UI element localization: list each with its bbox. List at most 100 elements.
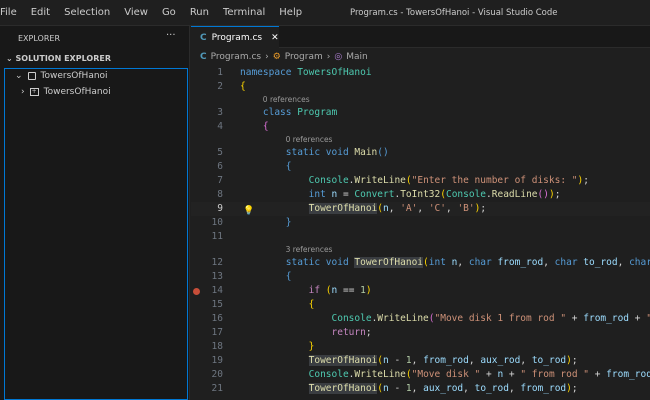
code-token: , bbox=[446, 203, 458, 214]
code-token: TowerOfHanoi bbox=[354, 257, 424, 268]
code-token: if bbox=[240, 285, 326, 296]
code-token: + bbox=[503, 369, 521, 380]
code-token: Console bbox=[240, 369, 349, 380]
code-text: Console.WriteLine("Move disk 1 from rod … bbox=[240, 312, 650, 326]
line-number: 6 bbox=[217, 161, 223, 172]
line-number: 5 bbox=[217, 147, 223, 158]
code-token: { bbox=[240, 161, 292, 172]
code-token: TowerOfHanoi bbox=[308, 203, 378, 214]
code-token: 'C' bbox=[428, 203, 446, 214]
code-token: ; bbox=[583, 175, 589, 186]
menu-go[interactable]: Go bbox=[162, 7, 176, 18]
code-token: , bbox=[457, 257, 469, 268]
code-text: static void TowerOfHanoi(int n, char fro… bbox=[240, 256, 650, 270]
breadcrumb-file[interactable]: Program.cs bbox=[211, 52, 261, 62]
breadcrumb: C Program.cs › ⚙ Program › ◎ Main bbox=[200, 52, 368, 62]
chevron-right-icon: › bbox=[326, 52, 331, 62]
more-actions-button[interactable]: ··· bbox=[166, 30, 176, 41]
code-token: Console bbox=[445, 189, 487, 200]
code-token: - bbox=[388, 383, 406, 394]
code-token: ; bbox=[571, 383, 578, 394]
codelens-text[interactable]: 0 references bbox=[286, 134, 333, 146]
code-token: aux_rod bbox=[480, 355, 521, 366]
code-text: { bbox=[240, 298, 315, 312]
line-number: 7 bbox=[217, 175, 223, 186]
code-line: 17 return; bbox=[191, 326, 650, 340]
code-token: () bbox=[537, 189, 549, 200]
menu-selection[interactable]: Selection bbox=[64, 7, 110, 18]
codelens-text[interactable]: 0 references bbox=[263, 94, 310, 106]
code-token: { bbox=[240, 271, 292, 282]
code-line: 6 { bbox=[191, 160, 650, 174]
window-title: Program.cs - TowersOfHanoi - Visual Stud… bbox=[350, 8, 558, 18]
codelens-text[interactable]: 3 references bbox=[286, 244, 333, 256]
title-bar: File Edit Selection View Go Run Terminal… bbox=[0, 0, 650, 26]
code-token: , bbox=[617, 257, 630, 268]
code-token: == bbox=[337, 285, 361, 296]
code-token: to_rod bbox=[583, 257, 618, 268]
codelens-references: 3 references bbox=[191, 244, 650, 256]
code-token: " from rod " bbox=[520, 369, 589, 380]
line-number: 11 bbox=[211, 231, 223, 242]
menu-file[interactable]: File bbox=[0, 7, 17, 18]
solution-icon bbox=[27, 72, 36, 80]
menu-view[interactable]: View bbox=[124, 7, 148, 18]
code-line: 21 TowerOfHanoi(n - 1, aux_rod, to_rod, … bbox=[191, 382, 650, 396]
code-token: char bbox=[554, 257, 584, 268]
code-token: aux_rod bbox=[423, 383, 464, 394]
menu-edit[interactable]: Edit bbox=[31, 7, 50, 18]
code-token: , bbox=[468, 355, 481, 366]
line-number: 14 bbox=[211, 285, 223, 296]
solution-explorer-section[interactable]: ⌄ SOLUTION EXPLORER bbox=[6, 54, 111, 63]
section-title: SOLUTION EXPLORER bbox=[15, 54, 111, 63]
code-token: from_rod bbox=[583, 313, 630, 324]
tab-program-cs[interactable]: C Program.cs ✕ bbox=[191, 26, 279, 48]
csharp-file-icon: C bbox=[200, 52, 207, 62]
line-number: 15 bbox=[211, 299, 223, 310]
code-text: class Program bbox=[240, 106, 337, 120]
close-icon[interactable]: ✕ bbox=[271, 33, 279, 43]
chevron-right-icon: › bbox=[265, 52, 269, 62]
code-line: 10 } bbox=[191, 216, 650, 230]
menu-terminal[interactable]: Terminal bbox=[223, 7, 265, 18]
code-token: TowerOfHanoi bbox=[308, 383, 378, 394]
line-number: 10 bbox=[211, 217, 223, 228]
tree-item-project[interactable]: › + TowersOfHanoi bbox=[21, 87, 111, 97]
tree-item-label: TowersOfHanoi bbox=[40, 71, 108, 81]
tree-item-solution[interactable]: ⌄ TowersOfHanoi bbox=[15, 71, 108, 81]
code-token: ReadLine bbox=[491, 189, 538, 200]
line-number: 21 bbox=[211, 383, 223, 394]
code-token: , bbox=[463, 383, 475, 394]
code-editor[interactable]: 1 namespace TowersOfHanoi 2{0 references 3 … bbox=[191, 66, 650, 400]
code-token: static void bbox=[240, 257, 355, 268]
breadcrumb-method[interactable]: Main bbox=[346, 52, 368, 62]
project-icon: + bbox=[29, 88, 39, 96]
code-token: "Enter the number of disks: " bbox=[411, 175, 578, 186]
code-line: 11 bbox=[191, 230, 650, 244]
menu-help[interactable]: Help bbox=[279, 7, 302, 18]
code-token: ; bbox=[480, 203, 487, 214]
code-line: 3 class Program bbox=[191, 106, 650, 120]
code-token: , bbox=[411, 355, 424, 366]
code-token: 'B' bbox=[457, 203, 475, 214]
editor-tabs: C Program.cs ✕ bbox=[191, 26, 650, 48]
code-token: namespace bbox=[240, 67, 298, 78]
code-token: , bbox=[411, 383, 424, 394]
code-token: " bbox=[646, 313, 650, 324]
line-number: 9 bbox=[217, 203, 223, 214]
code-line: 20 Console.WriteLine("Move disk " + n + … bbox=[191, 368, 650, 382]
line-number: 18 bbox=[211, 341, 223, 352]
codelens-references: 0 references bbox=[191, 134, 650, 146]
code-token: + bbox=[629, 313, 647, 324]
code-line: 💡 9 TowerOfHanoi(n, 'A', 'C', 'B'); bbox=[191, 202, 650, 216]
code-text: { bbox=[240, 80, 246, 94]
code-token: + bbox=[588, 369, 607, 380]
code-token: ) bbox=[365, 285, 372, 296]
explorer-sidebar: EXPLORER ··· ⌄ SOLUTION EXPLORER ⌄ Tower… bbox=[0, 26, 190, 400]
code-text: return; bbox=[240, 326, 372, 340]
menu-run[interactable]: Run bbox=[190, 7, 209, 18]
breadcrumb-class[interactable]: Program bbox=[285, 52, 323, 62]
code-token: WriteLine bbox=[354, 175, 406, 186]
